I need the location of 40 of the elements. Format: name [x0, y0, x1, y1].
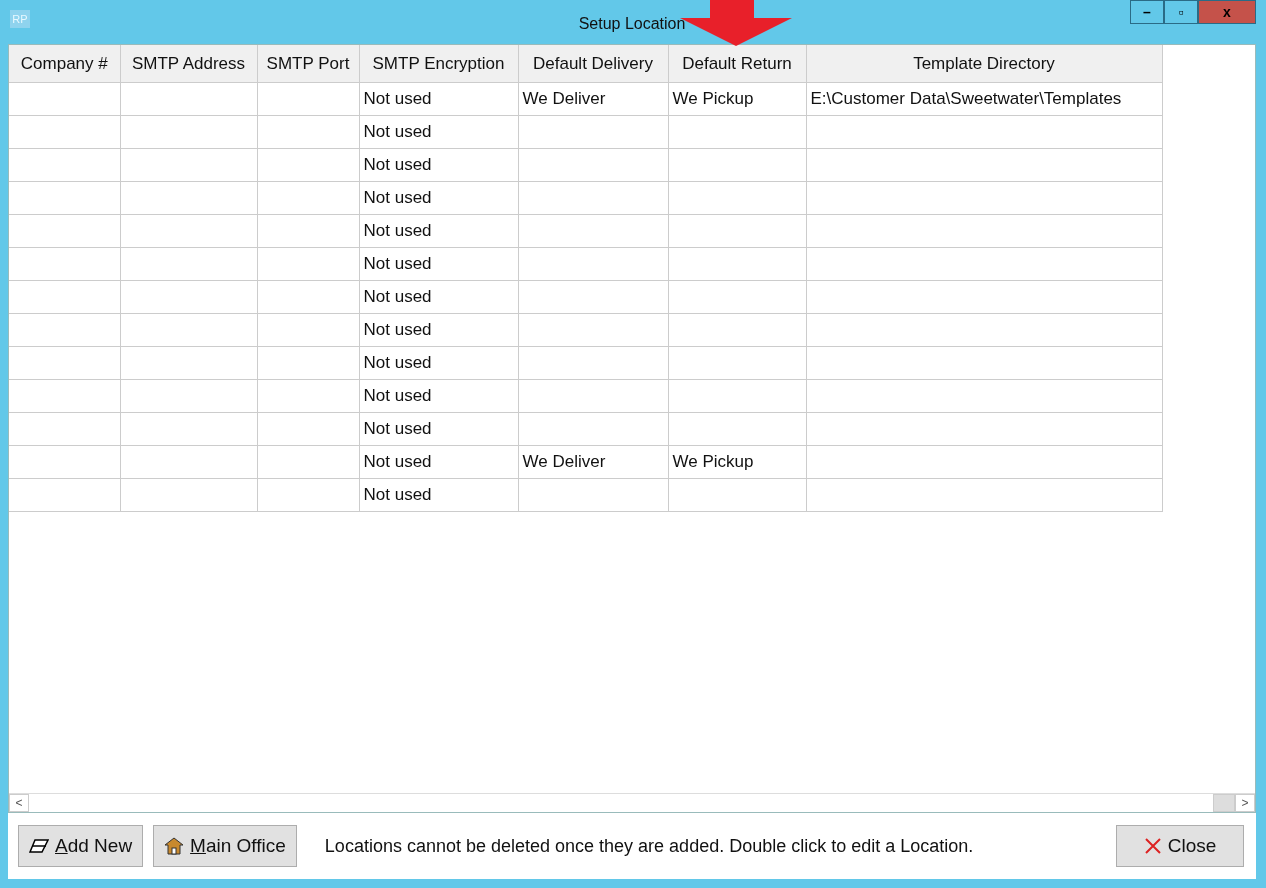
column-header[interactable]: SMTP Port	[257, 45, 359, 83]
column-header[interactable]: Default Delivery	[518, 45, 668, 83]
table-cell: We Pickup	[668, 445, 806, 479]
column-header[interactable]: Company #	[9, 45, 120, 83]
close-icon	[1143, 837, 1162, 855]
info-message: Locations cannot be deleted once they are added. Double click to edit a Location.	[324, 835, 975, 857]
table-cell: We Deliver	[518, 82, 668, 116]
table-cell: Not used	[359, 115, 518, 149]
table-cell: We Deliver	[518, 445, 668, 479]
table-cell: Not used	[359, 379, 518, 413]
column-header[interactable]: Template Directory	[806, 45, 1162, 83]
window-title: Setup Location	[578, 15, 686, 33]
table-cell: E:\Customer Data\Sweetwater\Templates	[806, 82, 1162, 116]
table-cell: Not used	[359, 247, 518, 281]
scroll-left-button[interactable]: <	[9, 794, 29, 812]
add-new-button[interactable]: Add New	[18, 825, 144, 867]
table-cell: Not used	[359, 82, 518, 116]
table-cell: Not used	[359, 148, 518, 182]
table-cell: Not used	[359, 181, 518, 215]
house-icon	[164, 836, 185, 856]
eraser-icon	[29, 839, 49, 853]
app-logo-icon: RP	[10, 10, 30, 28]
table-cell: Not used	[359, 214, 518, 248]
minimize-button[interactable]: –	[1130, 0, 1164, 24]
close-button[interactable]: Close	[1116, 825, 1244, 867]
scroll-right-button[interactable]: >	[1235, 794, 1255, 812]
main-office-button[interactable]: Main Office	[153, 825, 297, 867]
table-cell: Not used	[359, 478, 518, 512]
table-cell: Not used	[359, 445, 518, 479]
scrollbar-thumb[interactable]	[1213, 794, 1235, 812]
table-cell: Not used	[359, 313, 518, 347]
column-header[interactable]: SMTP Address	[120, 45, 257, 83]
table-cell: We Pickup	[668, 82, 806, 116]
table-cell: Not used	[359, 346, 518, 380]
table-cell: Not used	[359, 412, 518, 446]
table-cell: Not used	[359, 280, 518, 314]
maximize-button[interactable]: ▫	[1164, 0, 1198, 24]
column-header[interactable]: SMTP Encryption	[359, 45, 518, 83]
column-header[interactable]: Default Return	[668, 45, 806, 83]
close-window-button[interactable]: x	[1198, 0, 1256, 24]
